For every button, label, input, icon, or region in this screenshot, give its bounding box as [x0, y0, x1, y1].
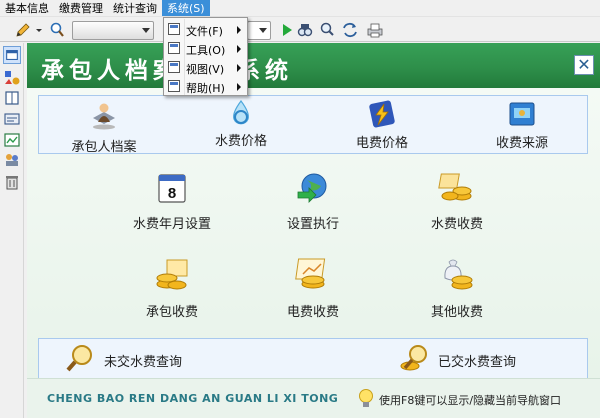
- menu-system[interactable]: 系统(S): [162, 0, 210, 16]
- receipt-icon: [509, 102, 535, 126]
- menu-tools-icon: [168, 42, 180, 54]
- menu-payment-management[interactable]: 缴费管理: [54, 0, 108, 16]
- binoculars-icon[interactable]: [296, 21, 314, 39]
- menu-item-help-label: 帮助(H): [186, 82, 225, 95]
- shapes-icon[interactable]: [3, 69, 21, 87]
- left-nav-toolbar: [0, 43, 24, 418]
- unpaid-water-query-button[interactable]: 未交水费查询: [65, 339, 205, 378]
- water-fee-collection-label: 水费收费: [430, 217, 483, 232]
- water-drop-icon: [233, 99, 249, 125]
- menu-item-view[interactable]: 视图(V): [164, 58, 247, 77]
- magnifier-icon: [66, 345, 92, 372]
- chart-window-icon[interactable]: [3, 131, 21, 149]
- submenu-arrow-icon: [237, 64, 241, 72]
- menu-item-file[interactable]: 文件(F): [164, 20, 247, 39]
- coins-icon: [438, 173, 472, 201]
- calendar-icon: 8: [158, 174, 186, 203]
- panel-body: 承包人档案 水费价格 电费价格 收费来源 8 水费年月设置 设置执行 水费收费 …: [27, 88, 600, 418]
- menu-statistics-query[interactable]: 统计查询: [108, 0, 162, 16]
- submenu-arrow-icon: [237, 45, 241, 53]
- submenu-arrow-icon: [237, 83, 241, 91]
- close-button[interactable]: ✕: [574, 55, 594, 75]
- menu-help-icon: [168, 80, 180, 92]
- find-person-icon[interactable]: [48, 21, 66, 39]
- lightning-icon: [369, 100, 395, 128]
- water-price-button[interactable]: 水费价格: [196, 96, 286, 153]
- person-file-icon: [93, 103, 115, 130]
- money-bag-icon: [444, 259, 473, 290]
- app-window: 基本信息 缴费管理 统计查询 系统(S) ✕ 承包人档案 水费价格 电费价格 收…: [0, 0, 600, 418]
- water-fee-collection-button[interactable]: 水费收费: [407, 170, 507, 234]
- contract-fee-collection-button[interactable]: 承包收费: [122, 256, 222, 320]
- card-icon[interactable]: [3, 110, 21, 128]
- menu-view-icon: [168, 61, 180, 73]
- navigator-window-icon[interactable]: [3, 46, 21, 64]
- pencil-icon[interactable]: [14, 21, 32, 39]
- magnifier-coins-icon: [400, 345, 427, 371]
- menu-file-icon: [168, 23, 180, 35]
- fee-source-label: 收费来源: [495, 136, 548, 151]
- electricity-price-button[interactable]: 电费价格: [337, 96, 427, 153]
- electricity-price-label: 电费价格: [355, 136, 408, 151]
- toolbar: [0, 18, 600, 42]
- menu-item-tools[interactable]: 工具(O): [164, 39, 247, 58]
- printer-icon[interactable]: [366, 21, 384, 39]
- contract-fee-collection-label: 承包收费: [145, 305, 198, 320]
- menu-item-tools-label: 工具(O): [186, 44, 226, 57]
- electricity-fee-collection-label: 电费收费: [286, 305, 339, 320]
- water-year-month-setting-label: 水费年月设置: [132, 217, 211, 232]
- coins-card-icon: [156, 259, 188, 290]
- other-fee-collection-button[interactable]: 其他收费: [407, 256, 507, 320]
- people-gear-icon[interactable]: [3, 151, 21, 169]
- water-price-label: 水费价格: [214, 134, 267, 149]
- paid-water-query-label: 已交水费查询: [438, 355, 517, 370]
- panel-header: 承包人档案管理系统 ✕: [27, 43, 600, 88]
- other-fee-collection-label: 其他收费: [430, 305, 483, 320]
- toolbar-combo-2[interactable]: [247, 21, 271, 40]
- submenu-arrow-icon: [237, 26, 241, 34]
- lightbulb-icon: [359, 389, 373, 407]
- execute-setting-label: 设置执行: [286, 217, 339, 232]
- system-pinyin-slogan: CHENG BAO REN DANG AN GUAN LI XI TONG: [47, 392, 339, 405]
- menu-item-view-label: 视图(V): [186, 63, 225, 76]
- execute-setting-button[interactable]: 设置执行: [263, 170, 363, 234]
- panel-footer: CHENG BAO REN DANG AN GUAN LI XI TONG 使用…: [27, 378, 600, 418]
- coins-chart-icon: [295, 258, 326, 289]
- main-panel: 承包人档案管理系统 ✕ 承包人档案: [27, 43, 600, 418]
- contractor-file-label: 承包人档案: [71, 140, 137, 155]
- fee-source-button[interactable]: 收费来源: [477, 96, 567, 153]
- play-icon[interactable]: [278, 21, 296, 39]
- menu-bar: 基本信息 缴费管理 统计查询 系统(S): [0, 0, 600, 17]
- contractor-file-button[interactable]: 承包人档案: [59, 96, 149, 155]
- globe-arrow-icon: [297, 173, 327, 203]
- book-icon[interactable]: [3, 89, 21, 107]
- toolbar-combo-1[interactable]: [72, 21, 154, 40]
- menu-item-help[interactable]: 帮助(H): [164, 77, 247, 96]
- electricity-fee-collection-button[interactable]: 电费收费: [263, 256, 363, 320]
- query-group: 未交水费查询 已交水费查询: [38, 338, 588, 379]
- unpaid-water-query-label: 未交水费查询: [104, 355, 183, 370]
- f8-hint: 使用F8键可以显示/隐藏当前导航窗口: [379, 394, 562, 407]
- trash-icon[interactable]: [3, 173, 21, 191]
- basic-settings-group: 承包人档案 水费价格 电费价格 收费来源: [38, 95, 588, 155]
- menu-item-file-label: 文件(F): [186, 25, 223, 38]
- search-zoom-icon[interactable]: [318, 21, 336, 39]
- menu-basic-info[interactable]: 基本信息: [0, 0, 54, 16]
- refresh-icon[interactable]: [341, 21, 359, 39]
- water-year-month-setting-button[interactable]: 8 水费年月设置: [122, 170, 222, 234]
- svg-text:8: 8: [168, 185, 176, 202]
- system-dropdown-menu: 文件(F) 工具(O) 视图(V) 帮助(H): [163, 17, 248, 96]
- dropdown-arrow-icon[interactable]: [34, 21, 44, 39]
- paid-water-query-button[interactable]: 已交水费查询: [399, 339, 539, 378]
